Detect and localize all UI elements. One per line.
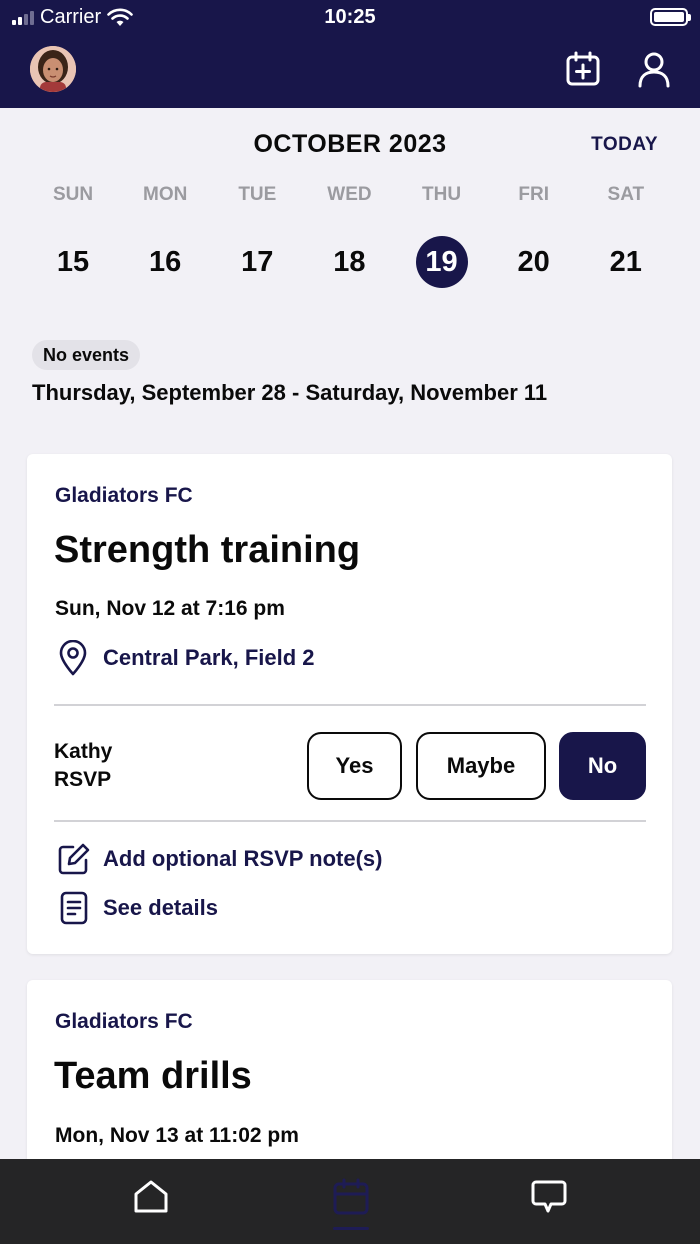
day-column[interactable]: SUN 15 bbox=[27, 184, 119, 288]
home-icon[interactable] bbox=[131, 1177, 171, 1217]
rsvp-yes-button[interactable]: Yes bbox=[307, 732, 402, 800]
weekday-label: THU bbox=[422, 184, 462, 205]
weekday-label: MON bbox=[143, 184, 188, 205]
today-button[interactable]: TODAY bbox=[591, 134, 658, 156]
date-range-label: Thursday, September 28 - Saturday, Novem… bbox=[32, 380, 548, 405]
event-title: Team drills bbox=[54, 1055, 252, 1097]
weekday-label: SAT bbox=[607, 184, 645, 205]
location-label: Central Park, Field 2 bbox=[103, 645, 315, 670]
add-note-label: Add optional RSVP note(s) bbox=[103, 846, 383, 871]
day-column[interactable]: TUE 17 bbox=[211, 184, 303, 288]
bottom-tab-bar bbox=[0, 1159, 700, 1244]
calendar-icon[interactable] bbox=[331, 1177, 371, 1217]
see-details-label: See details bbox=[103, 895, 218, 920]
divider bbox=[54, 704, 646, 706]
divider bbox=[54, 820, 646, 822]
location-pin-icon bbox=[59, 640, 87, 676]
person-icon[interactable] bbox=[635, 50, 673, 88]
day-column[interactable]: FRI 20 bbox=[488, 184, 580, 288]
day-column[interactable]: SAT 21 bbox=[580, 184, 672, 288]
event-card[interactable]: Gladiators FC Team drills Mon, Nov 13 at… bbox=[27, 980, 672, 1180]
document-icon bbox=[60, 891, 88, 925]
active-tab-indicator bbox=[333, 1227, 369, 1230]
day-number[interactable]: 18 bbox=[323, 236, 375, 288]
add-rsvp-note-link[interactable]: Add optional RSVP note(s) bbox=[57, 842, 382, 876]
rsvp-maybe-button[interactable]: Maybe bbox=[416, 732, 546, 800]
battery-icon bbox=[650, 8, 691, 26]
event-card[interactable]: Gladiators FC Strength training Sun, Nov… bbox=[27, 454, 672, 954]
day-number[interactable]: 21 bbox=[600, 236, 652, 288]
day-number[interactable]: 16 bbox=[139, 236, 191, 288]
rsvp-label: Kathy RSVP bbox=[54, 738, 112, 794]
team-name: Gladiators FC bbox=[55, 1010, 193, 1033]
weekday-label: WED bbox=[327, 184, 372, 205]
day-number[interactable]: 20 bbox=[508, 236, 560, 288]
chat-icon[interactable] bbox=[529, 1177, 569, 1217]
team-name: Gladiators FC bbox=[55, 484, 193, 507]
status-bar: Carrier 10:25 bbox=[0, 0, 700, 36]
weekday-label: SUN bbox=[53, 184, 94, 205]
weekday-label: TUE bbox=[238, 184, 277, 205]
edit-note-icon bbox=[58, 843, 90, 875]
status-time: 10:25 bbox=[324, 6, 376, 28]
app-header: Carrier 10:25 bbox=[0, 0, 700, 108]
day-column[interactable]: WED 18 bbox=[303, 184, 395, 288]
event-datetime: Sun, Nov 12 at 7:16 pm bbox=[55, 597, 285, 620]
day-number[interactable]: 15 bbox=[47, 236, 99, 288]
event-title: Strength training bbox=[54, 529, 361, 571]
weekday-label: FRI bbox=[518, 184, 549, 205]
calendar-plus-icon[interactable] bbox=[564, 50, 602, 88]
day-column[interactable]: THU 19 bbox=[396, 184, 488, 288]
week-strip: SUN 15 MON 16 TUE 17 WED 18 THU 19 FRI 2… bbox=[27, 184, 672, 288]
avatar[interactable] bbox=[30, 46, 76, 92]
see-details-link[interactable]: See details bbox=[57, 890, 218, 926]
rsvp-text: RSVP bbox=[54, 768, 112, 791]
day-column[interactable]: MON 16 bbox=[119, 184, 211, 288]
rsvp-no-button[interactable]: No bbox=[559, 732, 646, 800]
user-photo bbox=[30, 46, 76, 92]
event-location[interactable]: Central Park, Field 2 bbox=[57, 640, 315, 676]
day-number[interactable]: 17 bbox=[231, 236, 283, 288]
day-number-selected[interactable]: 19 bbox=[415, 236, 468, 288]
event-datetime: Mon, Nov 13 at 11:02 pm bbox=[55, 1124, 299, 1147]
no-events-badge: No events bbox=[32, 340, 141, 370]
rsvp-person-name: Kathy bbox=[54, 740, 113, 763]
